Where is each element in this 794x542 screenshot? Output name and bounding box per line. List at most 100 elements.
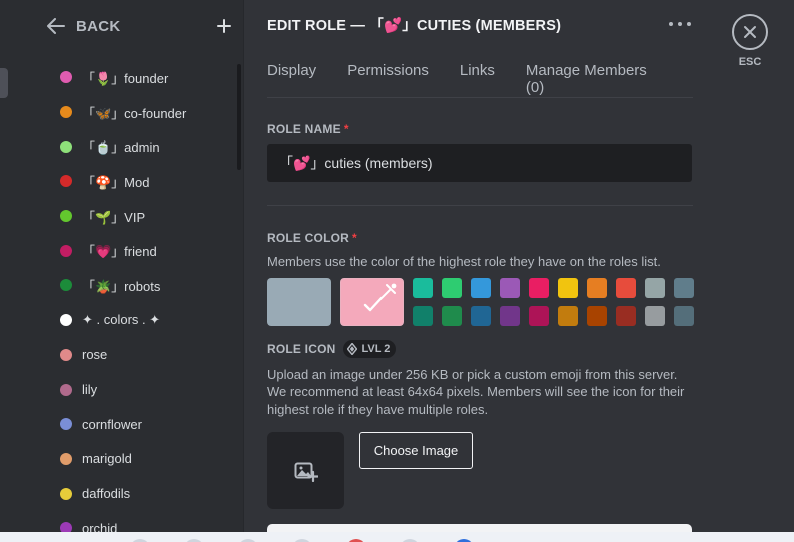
role-color-dot [60,106,72,119]
role-color-dot [60,418,72,431]
color-swatch[interactable] [413,306,433,326]
color-swatch[interactable] [529,278,549,298]
tab-manage-members[interactable]: Manage Members (0) [526,58,662,98]
image-add-icon [294,462,318,482]
role-color-label-text: ROLE COLOR [267,231,349,245]
color-swatch[interactable] [616,306,636,326]
color-swatch[interactable] [442,278,462,298]
boost-gem-icon [347,343,358,355]
role-item[interactable]: 「🦋」co-founder [60,95,230,130]
color-swatch[interactable] [558,306,578,326]
add-role-button[interactable] [212,14,236,38]
color-swatch[interactable] [645,306,665,326]
ellipsis-icon[interactable] [669,14,691,34]
close-button[interactable] [732,14,768,50]
role-item[interactable]: 「🍄」Mod [60,164,230,199]
tab-permissions[interactable]: Permissions [347,58,429,98]
role-item[interactable]: 「🌷」founder [60,60,230,95]
role-item[interactable]: 「🌱」VIP [60,199,230,234]
role-name: daffodils [82,486,131,502]
role-name-label: ROLE NAME * [267,122,349,136]
role-color-dot [60,314,72,327]
color-swatch[interactable] [616,278,636,298]
collapsed-panel-tab[interactable] [0,68,8,98]
color-swatch[interactable] [442,306,462,326]
role-item[interactable]: ✦ . colors . ✦ [60,303,230,338]
icon-upload-box[interactable] [267,432,344,509]
close-control: ESC [732,14,768,68]
role-color-dot [60,452,72,465]
role-icon-description: Upload an image under 256 KB or pick a c… [267,367,685,417]
role-color-dot [60,210,72,223]
role-name: marigold [82,451,132,467]
eyedropper-icon [363,283,397,312]
role-icon-header: ROLE ICON LVL 2 [267,339,397,359]
color-swatch[interactable] [674,278,694,298]
tab-links[interactable]: Links [460,58,495,98]
arrow-left-icon [46,16,66,36]
role-name: 「🌱」VIP [82,209,146,225]
custom-color-swatch[interactable] [340,278,404,326]
color-palette [413,278,694,326]
back-button[interactable]: BACK [46,14,236,38]
color-swatch[interactable] [413,278,433,298]
color-swatch[interactable] [587,278,607,298]
section-divider [267,205,693,206]
role-name: ✦ . colors . ✦ [82,312,161,328]
page-title: EDIT ROLE — 「💕」CUTIES (MEMBERS) [267,17,562,34]
tab-display[interactable]: Display [267,58,316,98]
close-icon [744,26,756,38]
role-name: 「🪴」robots [82,278,161,294]
role-name: 「🍄」Mod [82,174,150,190]
color-swatch[interactable] [500,278,520,298]
esc-label: ESC [738,56,762,68]
role-color-dot [60,71,72,84]
role-item[interactable]: 「🍵」admin [60,129,230,164]
required-mark: * [352,231,357,245]
required-mark: * [343,122,349,136]
role-item[interactable]: 「🪴」robots [60,268,230,303]
header: EDIT ROLE — 「💕」CUTIES (MEMBERS) [267,12,693,36]
role-name: rose [82,347,108,363]
role-item[interactable]: 「💗」friend [60,233,230,268]
default-color-swatch[interactable] [267,278,331,326]
sidebar-divider [243,0,244,532]
role-color-label: ROLE COLOR * [267,231,357,245]
role-item[interactable]: lily [60,372,230,407]
color-swatch[interactable] [471,306,491,326]
role-name: 「🦋」co-founder [82,105,187,121]
tab-bar: Display Permissions Links Manage Members… [267,58,693,98]
color-swatch[interactable] [500,306,520,326]
level-badge-text: LVL 2 [361,343,391,355]
role-name-label-text: ROLE NAME [267,122,341,136]
sidebar-scrollbar[interactable] [237,64,241,170]
role-color-description: Members use the color of the highest rol… [267,254,661,269]
color-swatch[interactable] [471,278,491,298]
color-swatch[interactable] [645,278,665,298]
color-swatch[interactable] [558,278,578,298]
role-name: 「🌷」founder [82,70,169,86]
role-color-dot [60,244,72,257]
role-item[interactable]: rose [60,338,230,373]
roles-sidebar: BACK 「🌷」founder 「🦋」co-founder 「🍵」admin 「… [24,0,244,536]
color-swatch[interactable] [529,306,549,326]
plus-icon [217,19,231,33]
role-name: lily [82,382,98,398]
role-item[interactable]: marigold [60,442,230,477]
role-list: 「🌷」founder 「🦋」co-founder 「🍵」admin 「🍄」Mod… [60,60,230,542]
role-color-dot [60,383,72,396]
color-swatch[interactable] [587,306,607,326]
role-name: 「🍵」admin [82,140,160,156]
choose-image-button[interactable]: Choose Image [359,432,473,469]
role-name-input[interactable] [267,144,692,182]
role-icon-label: ROLE ICON [267,342,336,356]
role-color-dot [60,175,72,188]
role-item[interactable]: cornflower [60,407,230,442]
role-color-dot [60,140,72,153]
role-color-dot [60,279,72,292]
role-name: cornflower [82,416,142,432]
role-item[interactable]: daffodils [60,476,230,511]
color-swatch[interactable] [674,306,694,326]
role-name: 「💗」friend [82,244,157,260]
os-taskbar [0,532,794,542]
